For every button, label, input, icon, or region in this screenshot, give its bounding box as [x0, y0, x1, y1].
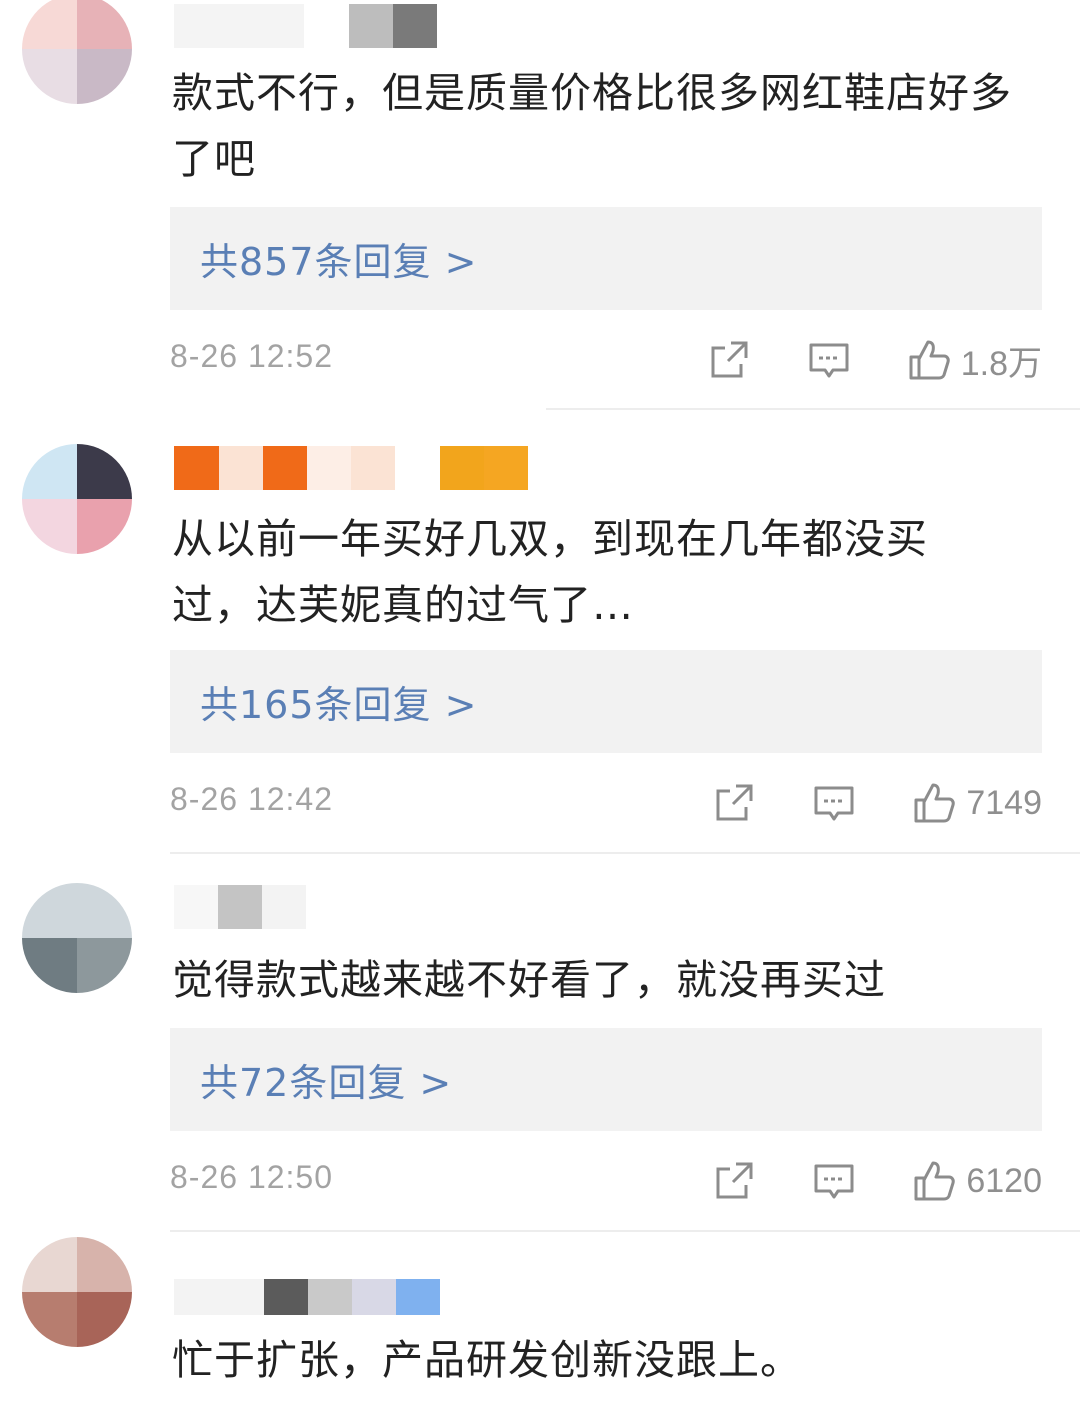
avatar[interactable] [22, 1237, 132, 1347]
replies-button[interactable]: 共857条回复 > [170, 207, 1042, 310]
timestamp: 8-26 12:42 [170, 781, 334, 817]
avatar-blur [22, 444, 77, 499]
avatar-blur [22, 49, 77, 104]
avatar-blur [22, 883, 132, 938]
avatar-blur [77, 938, 132, 993]
like-count: 7149 [966, 783, 1042, 822]
thumbs-up-icon [912, 781, 956, 825]
comment-item: 觉得款式越来越不好看了，就没再买过 共72条回复 > 8-26 12:50 61… [0, 853, 1080, 1231]
avatar-blur [77, 444, 132, 499]
like-count: 6120 [966, 1161, 1042, 1200]
comment-text: 忙于扩张，产品研发创新没跟上。 [172, 1336, 802, 1384]
comment-item: 款式不行，但是质量价格比很多网红鞋店好多了吧 共857条回复 > 8-26 12… [0, 0, 1080, 410]
avatar-blur [77, 1237, 132, 1292]
avatar-blur [77, 499, 132, 554]
avatar-blur [22, 0, 77, 49]
avatar-blur [22, 1292, 77, 1347]
action-bar: 1.8万 [707, 330, 1042, 390]
avatar[interactable] [22, 883, 132, 993]
timestamp: 8-26 12:50 [170, 1159, 334, 1195]
replies-button[interactable]: 共72条回复 > [170, 1028, 1042, 1131]
comment-text: 款式不行，但是质量价格比很多网红鞋店好多了吧 [172, 69, 1012, 183]
avatar-blur [22, 938, 77, 993]
comment-text: 觉得款式越来越不好看了，就没再买过 [172, 956, 886, 1004]
comment-icon[interactable] [807, 338, 851, 382]
username-blurred[interactable] [174, 446, 528, 490]
username-blurred[interactable] [174, 885, 306, 929]
comment-icon[interactable] [812, 1159, 856, 1203]
share-icon[interactable] [712, 781, 756, 825]
comment-text: 从以前一年买好几双，到现在几年都没买过，达芙妮真的过气了… [172, 515, 928, 629]
comment-meta: 8-26 12:52 1.8万 [170, 330, 1042, 390]
avatar-blur [22, 1237, 77, 1292]
avatar[interactable] [22, 0, 132, 104]
like-button[interactable]: 6120 [912, 1159, 1042, 1203]
avatar-blur [77, 1292, 132, 1347]
username-blurred[interactable] [174, 4, 437, 48]
like-button[interactable]: 1.8万 [907, 336, 1042, 385]
action-bar: 6120 [712, 1151, 1042, 1211]
like-button[interactable]: 7149 [912, 781, 1042, 825]
avatar[interactable] [22, 444, 132, 554]
thumbs-up-icon [907, 338, 951, 382]
comment-meta: 8-26 12:50 6120 [170, 1151, 1042, 1211]
like-count: 1.8万 [960, 344, 1042, 383]
comment-meta: 8-26 12:42 7149 [170, 773, 1042, 833]
replies-button[interactable]: 共165条回复 > [170, 650, 1042, 753]
share-icon[interactable] [712, 1159, 756, 1203]
avatar-blur [77, 49, 132, 104]
avatar-blur [77, 0, 132, 49]
share-icon[interactable] [707, 338, 751, 382]
timestamp: 8-26 12:52 [170, 338, 334, 374]
comment-item: 从以前一年买好几双，到现在几年都没买过，达芙妮真的过气了… 共165条回复 > … [0, 410, 1080, 853]
comment-item: 忙于扩张，产品研发创新没跟上。 [0, 1231, 1080, 1412]
comment-icon[interactable] [812, 781, 856, 825]
username-blurred[interactable] [174, 1279, 440, 1315]
action-bar: 7149 [712, 773, 1042, 833]
avatar-blur [22, 499, 77, 554]
thumbs-up-icon [912, 1159, 956, 1203]
